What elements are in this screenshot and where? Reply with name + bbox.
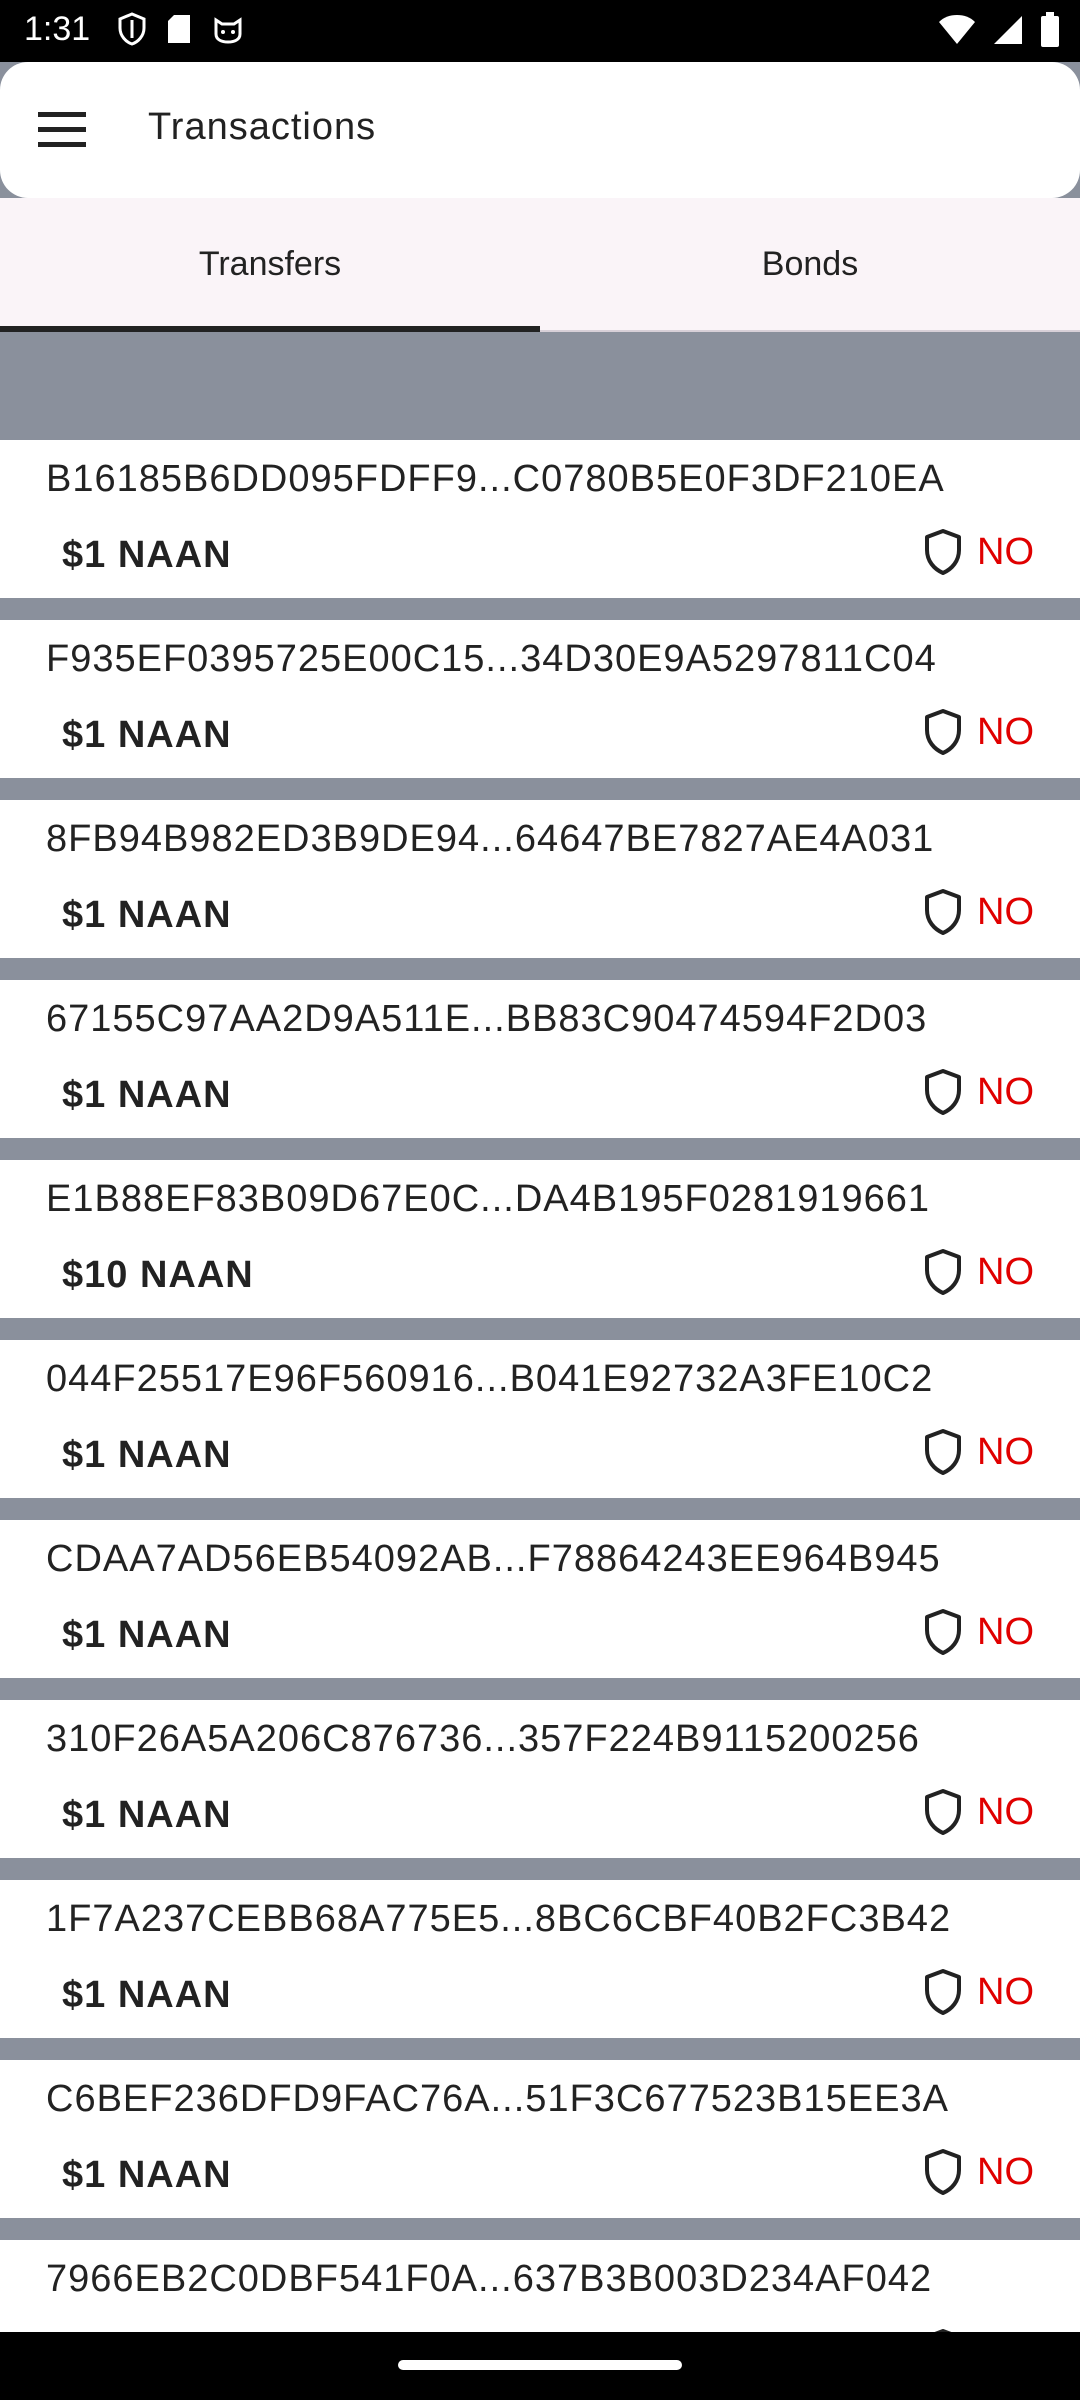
status-icons-right (938, 12, 1060, 48)
battery-icon (1041, 12, 1059, 47)
navigation-bar (0, 2332, 1080, 2400)
transaction-hash: 044F25517E96F560916...B041E92732A3FE10C2 (46, 1358, 934, 1400)
shield-outline-icon (925, 1429, 961, 1475)
app-screen: Transactions Transfers Bonds B16185B6DD0… (0, 62, 1080, 2332)
status-label: NO (977, 1610, 1034, 1653)
status-icons-left (118, 12, 244, 46)
status-label: NO (977, 710, 1034, 753)
shield-outline-icon (925, 889, 961, 935)
wifi-icon (939, 15, 975, 44)
cat-face-icon (214, 17, 242, 44)
transaction-hash: 1F7A237CEBB68A775E5...8BC6CBF40B2FC3B42 (46, 1898, 952, 1940)
transaction-row[interactable]: C6BEF236DFD9FAC76A...51F3C677523B15EE3A $… (0, 2060, 1080, 2218)
home-gesture-handle[interactable] (398, 2360, 682, 2370)
shield-icon (118, 12, 146, 46)
transaction-row[interactable]: F935EF0395725E00C15...34D30E9A5297811C04… (0, 620, 1080, 778)
status-bar: 1:31 (0, 0, 1080, 62)
status-label: NO (977, 530, 1034, 573)
transaction-hash: F935EF0395725E00C15...34D30E9A5297811C04 (46, 638, 937, 680)
status-label: NO (977, 1430, 1034, 1473)
transaction-amount: $1 NAAN (62, 714, 232, 756)
status-time: 1:31 (24, 10, 91, 48)
shield-outline-icon (925, 1249, 961, 1295)
status-label: NO (977, 1250, 1034, 1293)
transaction-hash: CDAA7AD56EB54092AB...F78864243EE964B945 (46, 1538, 941, 1580)
shield-outline-icon (925, 1069, 961, 1115)
tab-indicator (0, 326, 540, 332)
transaction-status: NO (923, 1428, 1034, 1476)
transaction-amount: $1 NAAN (62, 2154, 232, 2196)
transaction-status: NO (923, 2148, 1034, 2196)
transaction-row[interactable]: 310F26A5A206C876736...357F224B9115200256… (0, 1700, 1080, 1858)
transaction-row[interactable]: E1B88EF83B09D67E0C...DA4B195F0281919661 $… (0, 1160, 1080, 1318)
transaction-status: NO (923, 888, 1034, 936)
menu-button[interactable] (36, 106, 90, 152)
transaction-amount: $1 NAAN (62, 1434, 232, 1476)
transaction-amount: $1 NAAN (62, 894, 232, 936)
sd-card-icon (168, 15, 190, 43)
transaction-amount: $1 NAAN (62, 1794, 232, 1836)
transaction-hash: 8FB94B982ED3B9DE94...64647BE7827AE4A031 (46, 818, 935, 860)
transaction-row[interactable]: 1F7A237CEBB68A775E5...8BC6CBF40B2FC3B42 $… (0, 1880, 1080, 2038)
transaction-status: NO (923, 1608, 1034, 1656)
tab-bonds[interactable]: Bonds (540, 198, 1080, 330)
shield-outline-icon (925, 1609, 961, 1655)
transaction-amount: $1 NAAN (62, 534, 232, 576)
status-label: NO (977, 1970, 1034, 2013)
shield-outline-icon (925, 1789, 961, 1835)
transaction-amount: $1 NAAN (62, 1974, 232, 2016)
transaction-status: NO (923, 1248, 1034, 1296)
transaction-row[interactable]: 67155C97AA2D9A511E...BB83C90474594F2D03 $… (0, 980, 1080, 1138)
transaction-status: NO (923, 708, 1034, 756)
tab-transfers[interactable]: Transfers (0, 198, 540, 330)
transaction-status: NO (923, 1968, 1034, 2016)
transaction-row[interactable]: 044F25517E96F560916...B041E92732A3FE10C2… (0, 1340, 1080, 1498)
transaction-hash: C6BEF236DFD9FAC76A...51F3C677523B15EE3A (46, 2078, 949, 2120)
transaction-hash: E1B88EF83B09D67E0C...DA4B195F0281919661 (46, 1178, 931, 1220)
transaction-row[interactable]: 8FB94B982ED3B9DE94...64647BE7827AE4A031 $… (0, 800, 1080, 958)
status-label: NO (977, 890, 1034, 933)
top-app-bar: Transactions (0, 62, 1080, 198)
transaction-status: NO (923, 1068, 1034, 1116)
status-label: NO (977, 1070, 1034, 1113)
transaction-status: NO (923, 1788, 1034, 1836)
tab-transfers-label: Transfers (198, 244, 342, 283)
tab-bonds-label: Bonds (761, 244, 859, 283)
transaction-amount: $1 NAAN (62, 1074, 232, 1116)
transaction-hash: 67155C97AA2D9A511E...BB83C90474594F2D03 (46, 998, 928, 1040)
transaction-hash: B16185B6DD095FDFF9...C0780B5E0F3DF210EA (46, 458, 945, 500)
transaction-hash: 7966EB2C0DBF541F0A...637B3B003D234AF042 (46, 2258, 933, 2300)
transaction-hash: 310F26A5A206C876736...357F224B9115200256 (46, 1718, 920, 1760)
menu-icon (38, 112, 86, 147)
shield-outline-icon (925, 709, 961, 755)
transaction-status: NO (923, 528, 1034, 576)
transaction-row[interactable]: CDAA7AD56EB54092AB...F78864243EE964B945 $… (0, 1520, 1080, 1678)
transaction-row[interactable]: B16185B6DD095FDFF9...C0780B5E0F3DF210EA $… (0, 440, 1080, 598)
signal-icon (994, 16, 1022, 44)
transaction-amount: $10 NAAN (62, 1254, 254, 1296)
shield-outline-icon (925, 1969, 961, 2015)
shield-outline-icon (925, 2149, 961, 2195)
status-label: NO (977, 2150, 1034, 2193)
transaction-amount: $1 NAAN (62, 1614, 232, 1656)
tab-bar: Transfers Bonds (0, 198, 1080, 332)
transaction-row[interactable]: 7966EB2C0DBF541F0A...637B3B003D234AF042$… (0, 2240, 1080, 2332)
shield-outline-icon (925, 529, 961, 575)
status-label: NO (977, 1790, 1034, 1833)
page-title: Transactions (148, 106, 377, 148)
